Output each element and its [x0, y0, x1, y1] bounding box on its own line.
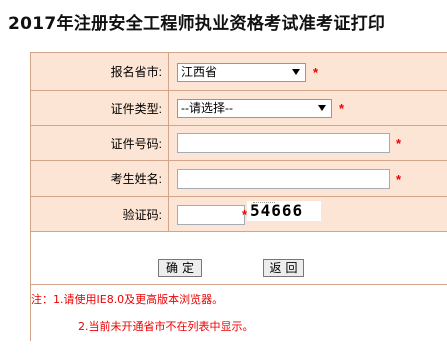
- captcha-label: 验证码:: [31, 197, 169, 231]
- id-type-select-value: --请选择--: [181, 101, 233, 115]
- id-number-row: 证件号码: *: [31, 126, 447, 161]
- captcha-image[interactable]: 54666: [247, 201, 321, 221]
- divider: [31, 284, 447, 285]
- name-row: 考生姓名: *: [31, 161, 447, 197]
- province-row: 报名省市: 江西省 *: [31, 53, 447, 91]
- page-title: 2017年注册安全工程师执业资格考试准考证打印: [8, 14, 386, 34]
- id-number-input[interactable]: [177, 133, 390, 153]
- required-mark: *: [396, 172, 402, 187]
- id-type-row: 证件类型: --请选择-- *: [31, 91, 447, 126]
- confirm-button[interactable]: 确定: [158, 259, 202, 277]
- province-select[interactable]: 江西省: [177, 63, 306, 82]
- captcha-input[interactable]: [177, 205, 245, 225]
- note-line-2: 2.当前未开通省市不在列表中显示。: [78, 320, 254, 333]
- required-mark: *: [396, 136, 402, 151]
- province-select-value: 江西省: [181, 65, 218, 79]
- province-label: 报名省市:: [31, 53, 169, 90]
- name-label: 考生姓名:: [31, 161, 169, 196]
- required-mark: *: [313, 65, 319, 80]
- name-input[interactable]: [177, 169, 390, 189]
- id-type-label: 证件类型:: [31, 91, 169, 125]
- chevron-down-icon: [292, 69, 300, 75]
- note-line-1: 注：1.请使用IE8.0及更高版本浏览器。: [31, 293, 224, 306]
- back-button[interactable]: 返回: [263, 259, 304, 277]
- id-type-select[interactable]: --请选择--: [177, 99, 332, 118]
- chevron-down-icon: [318, 105, 326, 111]
- required-mark: *: [339, 101, 345, 116]
- id-number-label: 证件号码:: [31, 126, 169, 160]
- captcha-row: 验证码: * 54666: [31, 197, 447, 232]
